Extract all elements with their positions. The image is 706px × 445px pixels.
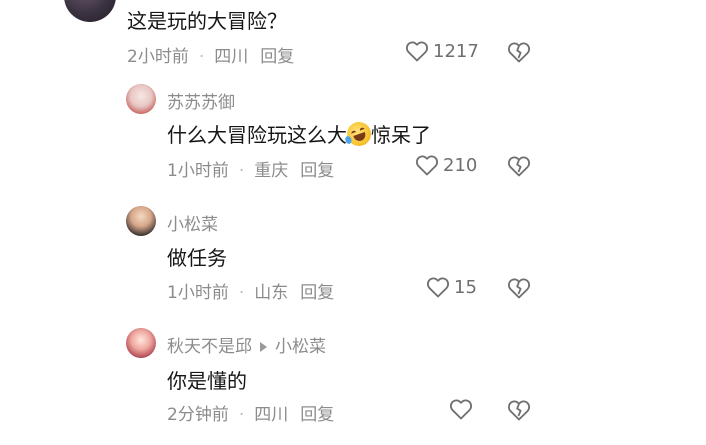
rolling-on-floor-laughing-icon [343, 118, 375, 150]
reply-button[interactable]: 回复 [260, 47, 294, 67]
comment-thread: 这是玩的大冒险？ 2小时前 · 四川 回复 1217 苏苏苏御 什么大冒险玩这么大 惊呆… [0, 0, 706, 445]
reply-button[interactable]: 回复 [300, 283, 334, 303]
avatar[interactable] [126, 84, 156, 114]
comment-text: 这是玩的大冒险？ [127, 9, 287, 33]
reply-meta: 1小时前 · 山东 回复 [167, 278, 334, 303]
dislike-button[interactable] [507, 41, 531, 65]
reply-location: 重庆 [254, 161, 289, 181]
like-count: 15 [454, 276, 477, 298]
comment-meta: 2小时前 · 四川 回复 [127, 42, 294, 67]
avatar[interactable] [126, 328, 156, 358]
reply-location: 山东 [254, 283, 289, 303]
heart-outline-icon [426, 277, 450, 298]
broken-heart-icon [507, 156, 531, 177]
reply-time: 1小时前 [167, 283, 229, 303]
reply-button[interactable]: 回复 [300, 161, 334, 181]
broken-heart-icon [507, 42, 531, 63]
reply-author[interactable]: 秋天不是邱 [167, 337, 252, 357]
reply-meta: 2分钟前 · 四川 回复 [167, 400, 334, 425]
reply-button[interactable]: 回复 [300, 405, 334, 425]
like-button[interactable] [449, 398, 477, 420]
like-button[interactable]: 15 [426, 276, 477, 298]
avatar[interactable] [126, 206, 156, 236]
broken-heart-icon [507, 278, 531, 299]
comment-time: 2小时前 [127, 47, 189, 67]
heart-outline-icon [449, 399, 473, 420]
comment-location: 四川 [214, 47, 249, 67]
separator-dot: · [238, 283, 245, 303]
avatar[interactable] [64, 0, 116, 22]
separator-dot: · [238, 405, 245, 425]
reply-time: 2分钟前 [167, 405, 229, 425]
reply-text-part: 惊呆了 [371, 123, 431, 147]
separator-dot: · [238, 161, 245, 181]
like-button[interactable]: 1217 [405, 40, 479, 62]
reply-author[interactable]: 小松菜 [167, 210, 218, 235]
dislike-button[interactable] [507, 155, 531, 179]
reply-time: 1小时前 [167, 161, 229, 181]
like-count: 210 [443, 154, 478, 176]
reply-text: 做任务 [167, 246, 227, 270]
reply-meta: 1小时前 · 重庆 回复 [167, 156, 334, 181]
reply-author[interactable]: 苏苏苏御 [167, 88, 235, 113]
dislike-button[interactable] [507, 399, 531, 423]
reply-text-part: 什么大冒险玩这么大 [167, 123, 347, 147]
heart-outline-icon [415, 155, 439, 176]
dislike-button[interactable] [507, 277, 531, 301]
play-arrow-icon [260, 341, 267, 352]
separator-dot: · [198, 47, 205, 67]
reply-location: 四川 [254, 405, 289, 425]
broken-heart-icon [507, 400, 531, 421]
reply-to-author[interactable]: 小松菜 [275, 337, 326, 357]
like-button[interactable]: 210 [415, 154, 477, 176]
like-count: 1217 [433, 40, 479, 62]
reply-text: 你是懂的 [167, 369, 247, 393]
heart-outline-icon [405, 41, 429, 62]
reply-author-line: 秋天不是邱 小松菜 [167, 332, 326, 357]
reply-text: 什么大冒险玩这么大 惊呆了 [167, 118, 431, 150]
